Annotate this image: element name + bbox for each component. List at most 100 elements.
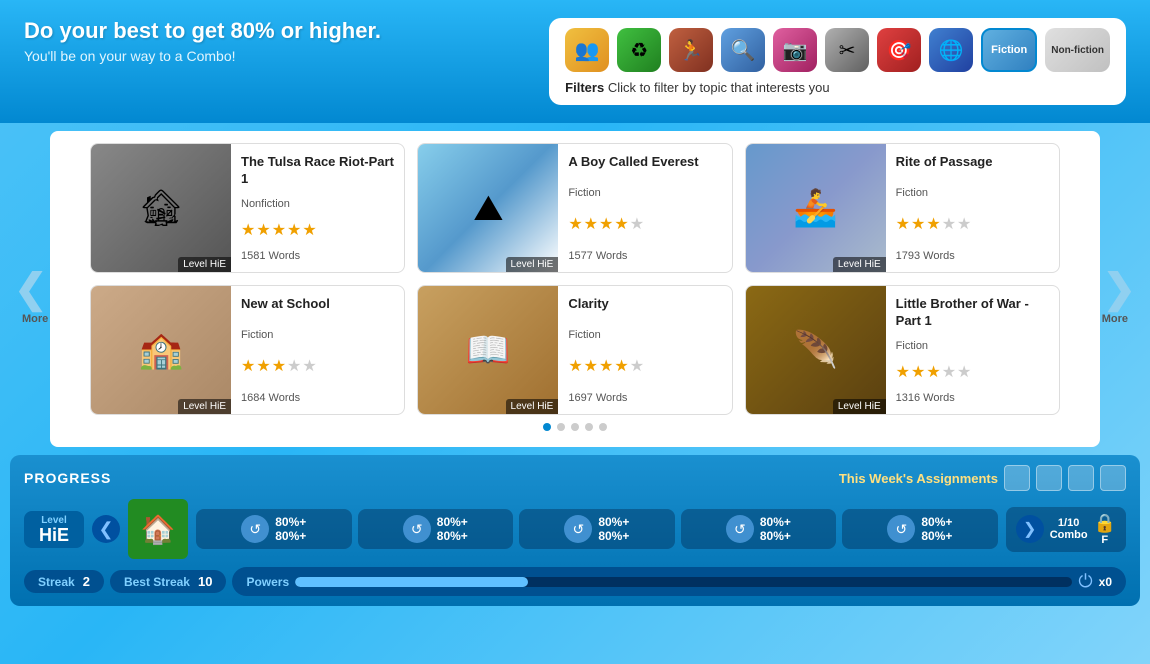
card-genre-0: Nonfiction bbox=[241, 198, 394, 210]
progress-title: PROGRESS bbox=[24, 470, 111, 486]
slot-icon-3: ↺ bbox=[726, 515, 754, 543]
filter-area: 👥 ♻ 🏃 🔍 📷 ✂ 🎯 🌐 Fiction Non-fiction Filt… bbox=[549, 18, 1126, 105]
powers-section: Powers ⏻ x0 bbox=[232, 567, 1126, 596]
pagination-dot-1[interactable] bbox=[557, 423, 565, 431]
slot-text1-4: 80%+ bbox=[921, 515, 952, 529]
slot-text1-0: 80%+ bbox=[275, 515, 306, 529]
pagination-dot-0[interactable] bbox=[543, 423, 551, 431]
card-stars-3: ★★★★★ bbox=[241, 356, 394, 376]
star-empty: ★ bbox=[287, 356, 301, 376]
best-streak-label: Best Streak bbox=[124, 575, 190, 589]
star-empty: ★ bbox=[630, 356, 644, 376]
card-image-bg-0: 🏚 bbox=[91, 144, 231, 272]
slot-text2-4: 80%+ bbox=[921, 529, 952, 543]
card-words-2: 1793 Words bbox=[896, 250, 1049, 262]
card-info-1: A Boy Called Everest Fiction ★★★★★ 1577 … bbox=[558, 144, 731, 272]
card-image-3: 🏫 Level HiE bbox=[91, 286, 231, 414]
pagination-dot-4[interactable] bbox=[599, 423, 607, 431]
star-full: ★ bbox=[584, 214, 598, 234]
star-full: ★ bbox=[614, 214, 628, 234]
pagination-dot-2[interactable] bbox=[571, 423, 579, 431]
card-item-3[interactable]: 🏫 Level HiE New at School Fiction ★★★★★ … bbox=[90, 285, 405, 415]
star-empty: ★ bbox=[302, 356, 316, 376]
star-full: ★ bbox=[911, 362, 925, 382]
slot-texts-0: 80%+ 80%+ bbox=[275, 515, 306, 543]
card-level-badge-2: Level HiE bbox=[833, 257, 886, 272]
card-image-2: 🚣 Level HiE bbox=[746, 144, 886, 272]
card-level-badge-4: Level HiE bbox=[506, 399, 559, 414]
powers-label: Powers bbox=[246, 575, 289, 589]
progress-slot-4[interactable]: ↺ 80%+ 80%+ bbox=[842, 509, 998, 549]
card-words-5: 1316 Words bbox=[896, 392, 1049, 404]
card-item-1[interactable]: ⛰ Level HiE A Boy Called Everest Fiction… bbox=[417, 143, 732, 273]
slot-icon-0: ↺ bbox=[241, 515, 269, 543]
assignment-box-2[interactable] bbox=[1036, 465, 1062, 491]
progress-slot-1[interactable]: ↺ 80%+ 80%+ bbox=[358, 509, 514, 549]
filter-target-btn[interactable]: 🎯 bbox=[877, 28, 921, 72]
level-badge: Level HiE bbox=[24, 511, 84, 548]
left-arrow-btn[interactable]: ❮ bbox=[14, 266, 48, 312]
power-icon: ⏻ bbox=[1078, 571, 1092, 592]
card-item-0[interactable]: 🏚 Level HiE The Tulsa Race Riot-Part 1 N… bbox=[90, 143, 405, 273]
card-title-3: New at School bbox=[241, 296, 394, 313]
main-content: ❮ More 🏚 Level HiE The Tulsa Race Riot-P… bbox=[50, 131, 1100, 447]
filter-globe-btn[interactable]: 🌐 bbox=[929, 28, 973, 72]
star-empty: ★ bbox=[957, 362, 971, 382]
avatar-slot: 🏠 bbox=[128, 499, 188, 559]
power-count: x0 bbox=[1099, 575, 1112, 589]
card-image-bg-5: 🪶 bbox=[746, 286, 886, 414]
star-full: ★ bbox=[599, 356, 613, 376]
level-nav-left-btn[interactable]: ❮ bbox=[92, 515, 120, 543]
card-title-4: Clarity bbox=[568, 296, 721, 313]
progress-slot-2[interactable]: ↺ 80%+ 80%+ bbox=[519, 509, 675, 549]
star-half: ★ bbox=[614, 356, 628, 376]
card-item-5[interactable]: 🪶 Level HiE Little Brother of War - Part… bbox=[745, 285, 1060, 415]
filter-fiction-btn[interactable]: Fiction bbox=[981, 28, 1037, 72]
filter-recycle-btn[interactable]: ♻ bbox=[617, 28, 661, 72]
slot-texts-1: 80%+ 80%+ bbox=[437, 515, 468, 543]
card-title-0: The Tulsa Race Riot-Part 1 bbox=[241, 154, 394, 188]
card-title-1: A Boy Called Everest bbox=[568, 154, 721, 171]
combo-nav-btn[interactable]: ❯ bbox=[1016, 515, 1044, 543]
star-empty: ★ bbox=[957, 214, 971, 234]
filter-people-btn[interactable]: 👥 bbox=[565, 28, 609, 72]
card-stars-2: ★★★★★ bbox=[896, 214, 1049, 234]
star-full: ★ bbox=[599, 214, 613, 234]
card-level-badge-1: Level HiE bbox=[506, 257, 559, 272]
filter-icons-row: 👥 ♻ 🏃 🔍 📷 ✂ 🎯 🌐 Fiction Non-fiction bbox=[565, 28, 1110, 72]
assignment-box-4[interactable] bbox=[1100, 465, 1126, 491]
filter-search-btn[interactable]: 🔍 bbox=[721, 28, 765, 72]
level-progress-row: Level HiE ❮ 🏠 ↺ 80%+ 80%+ ↺ 80%+ 80%+ ↺ … bbox=[24, 499, 1126, 559]
card-item-4[interactable]: 📖 Level HiE Clarity Fiction ★★★★★ 1697 W… bbox=[417, 285, 732, 415]
card-stars-4: ★★★★★ bbox=[568, 356, 721, 376]
right-arrow-btn[interactable]: ❯ bbox=[1102, 266, 1136, 312]
card-info-4: Clarity Fiction ★★★★★ 1697 Words bbox=[558, 286, 731, 414]
card-words-0: 1581 Words bbox=[241, 250, 394, 262]
filter-tools-btn[interactable]: ✂ bbox=[825, 28, 869, 72]
progress-section: PROGRESS This Week's Assignments Level H… bbox=[10, 455, 1140, 606]
star-full: ★ bbox=[926, 362, 940, 382]
card-item-2[interactable]: 🚣 Level HiE Rite of Passage Fiction ★★★★… bbox=[745, 143, 1060, 273]
level-value: HiE bbox=[32, 526, 76, 544]
level-label: Level bbox=[32, 515, 76, 526]
filter-person-btn[interactable]: 🏃 bbox=[669, 28, 713, 72]
star-full: ★ bbox=[241, 356, 255, 376]
progress-slot-3[interactable]: ↺ 80%+ 80%+ bbox=[681, 509, 837, 549]
filter-camera-btn[interactable]: 📷 bbox=[773, 28, 817, 72]
card-title-2: Rite of Passage bbox=[896, 154, 1049, 171]
slot-icon-1: ↺ bbox=[403, 515, 431, 543]
star-full: ★ bbox=[568, 356, 582, 376]
card-image-bg-1: ⛰ bbox=[418, 144, 558, 272]
card-image-4: 📖 Level HiE bbox=[418, 286, 558, 414]
slot-text2-3: 80%+ bbox=[760, 529, 791, 543]
progress-slot-0[interactable]: ↺ 80%+ 80%+ bbox=[196, 509, 352, 549]
lock-icon: 🔒 bbox=[1094, 513, 1116, 533]
assignment-box-1[interactable] bbox=[1004, 465, 1030, 491]
filter-nonfiction-btn[interactable]: Non-fiction bbox=[1045, 28, 1110, 72]
pagination-dot-3[interactable] bbox=[585, 423, 593, 431]
star-full: ★ bbox=[241, 220, 255, 240]
slot-icon-2: ↺ bbox=[564, 515, 592, 543]
assignment-box-3[interactable] bbox=[1068, 465, 1094, 491]
star-full: ★ bbox=[287, 220, 301, 240]
card-words-4: 1697 Words bbox=[568, 392, 721, 404]
